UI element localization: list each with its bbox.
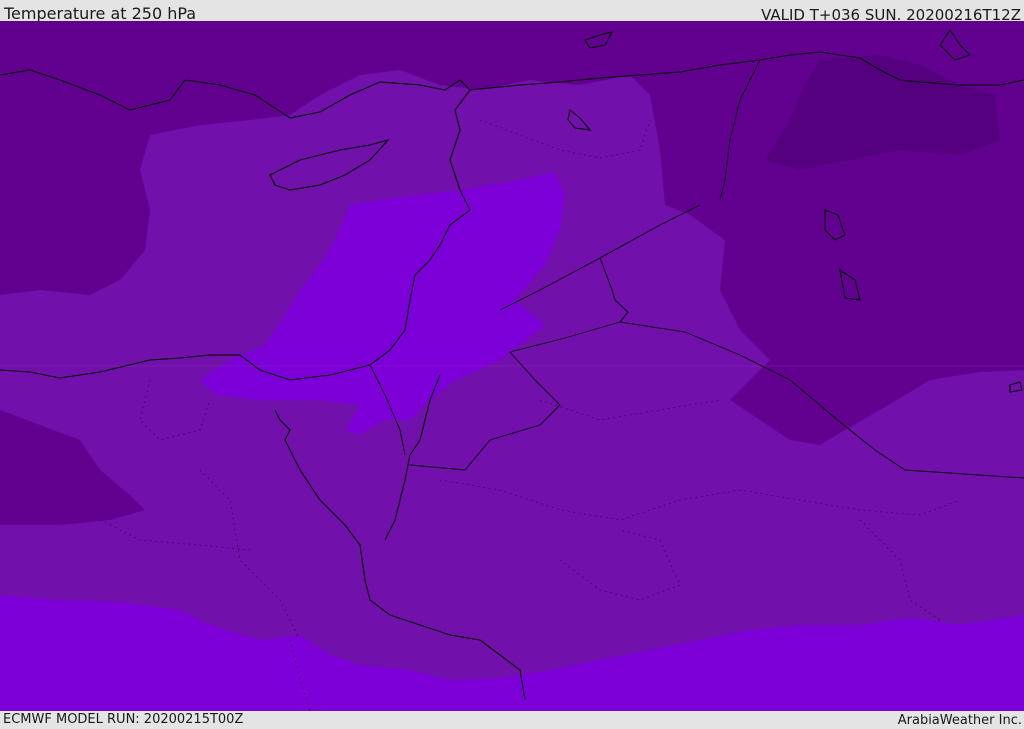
model-run-label: ECMWF MODEL RUN: 20200215T00Z [3,712,244,727]
header-bar: Temperature at 250 hPa VALID T+036 SUN. … [0,0,1024,24]
footer-bar: ECMWF MODEL RUN: 20200215T00Z ArabiaWeat… [0,711,1024,729]
weather-map [0,21,1024,711]
brand-label: ArabiaWeather Inc. [897,713,1022,728]
